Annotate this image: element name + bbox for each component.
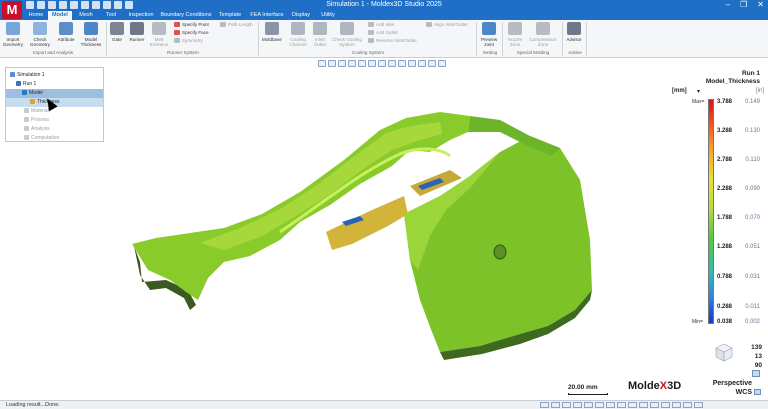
brand-logo: MoldeX3D xyxy=(628,380,682,392)
projection-info: Perspective WCS xyxy=(713,379,752,397)
node-icon[interactable] xyxy=(573,402,582,408)
app-logo[interactable]: M xyxy=(2,1,22,19)
part-thick-region xyxy=(326,196,408,250)
scale-line xyxy=(568,393,608,395)
unit-in-select[interactable]: [in] xyxy=(756,88,764,94)
eye-icon[interactable] xyxy=(752,370,760,377)
tree-model[interactable]: Model xyxy=(6,89,103,98)
axis-icon[interactable] xyxy=(754,389,761,395)
projection-mode[interactable]: Perspective xyxy=(713,379,752,388)
model-icon xyxy=(22,90,27,96)
status-toolbar xyxy=(540,402,703,408)
view-cube-icon[interactable] xyxy=(712,341,734,363)
angle-z: 90 xyxy=(754,362,762,369)
legend-run: Run 1 xyxy=(741,70,760,77)
legend-value-in: 0.051 xyxy=(744,244,760,250)
body-icon[interactable] xyxy=(606,402,615,408)
tree-process[interactable]: Process xyxy=(6,116,103,125)
edge-icon[interactable] xyxy=(584,402,593,408)
legend-value-in: 0.110 xyxy=(745,157,760,163)
app-window: Simulation 1 - Moldex3D Studio 2025 – ❐ … xyxy=(0,0,768,409)
snap-icon[interactable] xyxy=(540,402,549,408)
material-icon xyxy=(24,108,29,114)
legend-value-in: 0.011 xyxy=(745,304,760,310)
angle-x: 139 xyxy=(751,344,762,351)
process-icon xyxy=(24,117,29,123)
legend-min-tag: Min= xyxy=(692,319,703,325)
run-icon xyxy=(16,81,21,87)
part-3d-view[interactable] xyxy=(0,0,768,409)
grid-icon[interactable] xyxy=(551,402,560,408)
thickness-icon xyxy=(30,99,35,105)
box-select-icon[interactable] xyxy=(617,402,626,408)
light-icon[interactable] xyxy=(683,402,692,408)
tree-simulation[interactable]: Simulation 1 xyxy=(6,71,103,80)
view-angles: 139 13 90 xyxy=(751,343,762,370)
analysis-icon xyxy=(24,126,29,132)
legend-value-in: 0.130 xyxy=(744,128,760,134)
tree-computation[interactable]: Computation xyxy=(6,134,103,143)
chevron-down-icon[interactable]: ▾ xyxy=(697,88,700,95)
tree-analysis[interactable]: Analysis xyxy=(6,125,103,134)
status-bar: Loading result...Done. xyxy=(0,400,768,409)
legend-value-in: 0.070 xyxy=(744,215,760,221)
camera-icon[interactable] xyxy=(672,402,681,408)
legend-value-in: 0.002 xyxy=(744,319,760,325)
part-boss-hole xyxy=(493,244,507,260)
face-icon[interactable] xyxy=(595,402,604,408)
coordinate-system[interactable]: WCS xyxy=(713,388,752,397)
computation-icon xyxy=(24,135,29,141)
lock-icon[interactable] xyxy=(650,402,659,408)
legend-title: Model_Thickness xyxy=(705,78,760,85)
color-scale-bar xyxy=(708,99,714,324)
select-mode-icon[interactable] xyxy=(562,402,571,408)
layer-icon[interactable] xyxy=(661,402,670,408)
tree-material[interactable]: Material xyxy=(6,107,103,116)
info-icon[interactable] xyxy=(694,402,703,408)
legend-value-in: 0.090 xyxy=(744,186,760,192)
scale-label: 20.00 mm xyxy=(568,384,598,391)
tree-run[interactable]: Run 1 xyxy=(6,80,103,89)
angle-y: 13 xyxy=(754,353,762,360)
legend-value-in: 0.031 xyxy=(744,274,760,280)
unit-mm-select[interactable]: [mm] xyxy=(672,88,687,94)
simulation-icon xyxy=(10,72,15,78)
legend-value-in: 0.149 xyxy=(744,99,760,105)
filter-icon[interactable] xyxy=(639,402,648,408)
lasso-icon[interactable] xyxy=(628,402,637,408)
legend-max-tag: Max= xyxy=(692,99,705,105)
legend-header: Run 1 Model_Thickness xyxy=(706,70,760,86)
part-ridge xyxy=(200,122,442,250)
status-message: Loading result...Done. xyxy=(6,402,60,408)
